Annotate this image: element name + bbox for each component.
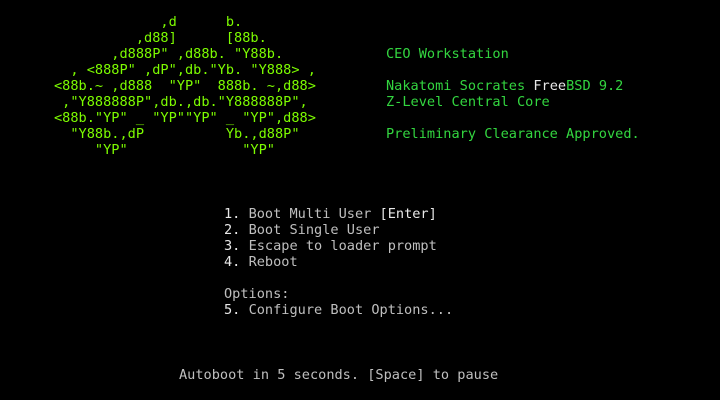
boot-menu: 1. Boot Multi User [Enter] 2. Boot Singl… [224,206,453,318]
menu-item-label: Boot Multi User [248,206,380,222]
workstation-title: CEO Workstation [386,46,509,62]
menu-item-label: Escape to loader prompt [248,238,437,254]
logo-line: <88b."YP" _ "YP""YP" _ "YP",d88> [54,110,316,126]
menu-item-boot-multi-user[interactable]: 1. Boot Multi User [Enter] [224,206,453,222]
core-name: Z-Level Central Core [386,94,550,110]
menu-item-escape-loader[interactable]: 3. Escape to loader prompt [224,238,453,254]
logo-line: ,d b. [54,14,243,30]
system-info: CEO Workstation Nakatomi Socrates FreeBS… [386,46,640,142]
os-prefix: Nakatomi Socrates [386,78,534,94]
menu-item-label: Configure Boot Options... [248,302,454,318]
menu-item-number: 3. [224,238,241,254]
autoboot-countdown: Autoboot in 5 seconds. [Space] to pause [179,367,499,383]
logo-line: ,d88] [88b. [54,30,267,46]
menu-item-reboot[interactable]: 4. Reboot [224,254,453,270]
menu-item-number: 4. [224,254,241,270]
options-heading: Options: [224,286,290,302]
menu-item-number: 5. [224,302,241,318]
menu-item-number: 2. [224,222,241,238]
menu-item-key: [Enter] [379,206,437,222]
logo-line: ,d888P" ,d88b. "Y88b. [54,46,284,62]
os-suffix: BSD 9.2 [566,78,624,94]
menu-item-configure-boot-options[interactable]: 5. Configure Boot Options... [224,302,453,318]
logo-line: ,"Y888888P",db.,db."Y888888P", [54,94,308,110]
clearance-status: Preliminary Clearance Approved. [386,126,640,142]
logo-line: <88b.~ ,d888 "YP" 888b. ~,d88> [54,78,316,94]
menu-item-label: Reboot [248,254,298,270]
boot-screen: ,d b. ,d88] [88b. ,d888P" ,d88b. "Y88b. … [0,0,720,400]
logo-line: "YP" "YP" [54,142,275,158]
logo-line: "Y88b.,dP Yb.,d88P" [54,126,300,142]
os-highlight: Free [533,78,567,94]
menu-item-boot-single-user[interactable]: 2. Boot Single User [224,222,453,238]
logo-line: , <888P" ,dP",db."Yb. "Y888> , [54,62,316,78]
menu-item-label: Boot Single User [248,222,380,238]
ascii-logo: ,d b. ,d88] [88b. ,d888P" ,d88b. "Y88b. … [54,14,316,158]
os-version: Nakatomi Socrates FreeBSD 9.2 [386,78,640,94]
menu-item-number: 1. [224,206,241,222]
